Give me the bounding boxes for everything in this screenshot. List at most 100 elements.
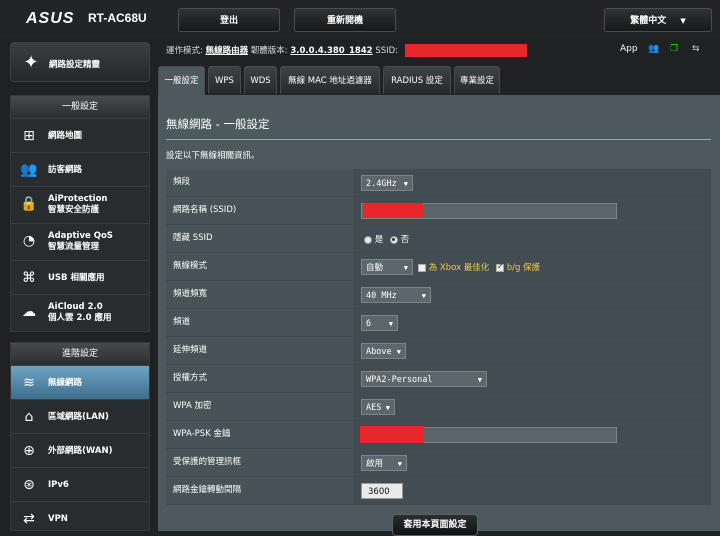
router-model: RT-AC68U — [88, 11, 147, 25]
quick-setup-label: 網路設定精靈 — [49, 60, 101, 70]
sidebar-item-label: AiCloud 2.0 個人雲 2.0 應用 — [48, 302, 112, 323]
band-select[interactable]: 2.4GHz ▼ — [361, 175, 413, 191]
chevron-down-icon: ▼ — [397, 460, 402, 468]
status-line: 運作模式: 無線路由器 韌體版本: 3.0.0.4.380_1842 SSID: — [166, 44, 527, 57]
chevron-down-icon: ▼ — [680, 17, 686, 25]
form-row-hide-ssid: 隱藏 SSID 是 否 — [166, 225, 711, 253]
pmf-select[interactable]: 啟用 ▼ — [361, 455, 407, 471]
channel-value-cell: 6 ▼ — [354, 309, 711, 336]
mode-label: 運作模式: — [166, 46, 203, 56]
xbox-checkbox[interactable] — [418, 263, 426, 272]
settings-panel: 無線網路 - 一般設定 設定以下無線相關資訊。 頻段 2.4GHz ▼ 網路名稱 … — [158, 95, 720, 536]
hide-ssid-yes-radio[interactable] — [364, 235, 372, 244]
tab-professional[interactable]: 專業設定 — [454, 66, 500, 94]
sidebar-item-vpn[interactable]: ⇄ VPN — [11, 501, 149, 530]
sidebar-item-label: VPN — [48, 514, 68, 524]
bandwidth-value-cell: 40 MHz ▼ — [354, 281, 711, 308]
wireless-form: 頻段 2.4GHz ▼ 網路名稱 (SSID) 隱藏 SSID 是 否 無線模式 — [166, 169, 711, 505]
tab-wds[interactable]: WDS — [244, 66, 277, 94]
wpa-encryption-value-cell: AES ▼ — [354, 393, 711, 420]
tab-radius[interactable]: RADIUS 設定 — [383, 66, 451, 94]
firmware-link[interactable]: 3.0.0.4.380_1842 — [290, 46, 372, 56]
pmf-value-cell: 啟用 ▼ — [354, 449, 711, 476]
auth-value-cell: WPA2-Personal ▼ — [354, 365, 711, 392]
sidebar-item-network-map[interactable]: ⊞ 網路地圖 — [11, 118, 149, 152]
ssid-value-cell — [354, 197, 711, 224]
apply-button[interactable]: 套用本頁面設定 — [392, 514, 478, 536]
general-settings-menu: 一般設定 ⊞ 網路地圖 👥 訪客網路 🔒 AiProtection 智慧安全防護 … — [10, 95, 150, 332]
usb-status-icon[interactable]: ⇆ — [692, 44, 700, 54]
sidebar-item-label: IPv6 — [48, 480, 69, 490]
sidebar-item-wan[interactable]: ⊕ 外部網路(WAN) — [11, 433, 149, 467]
channel-label: 頻道 — [166, 309, 354, 336]
sidebar-item-label: AiProtection 智慧安全防護 — [48, 194, 108, 215]
hide-no-label: 否 — [400, 235, 410, 245]
copy-network-icon[interactable]: ❐ — [670, 44, 678, 54]
mode-options: 為 Xbox 最佳化 b/g 保護 — [418, 261, 540, 273]
bg-protection-checkbox[interactable] — [496, 262, 504, 272]
page-description: 設定以下無線相關資訊。 — [166, 151, 260, 161]
band-select-value: 2.4GHz — [366, 179, 397, 189]
bandwidth-label: 頻道頻寬 — [166, 281, 354, 308]
sidebar-item-guest-network[interactable]: 👥 訪客網路 — [11, 152, 149, 186]
bg-protection-label: b/g 保護 — [506, 263, 541, 273]
hide-yes-label: 是 — [374, 235, 384, 245]
vpn-icon: ⇄ — [23, 511, 35, 527]
advanced-heading: 進階設定 — [11, 343, 149, 365]
title-divider — [166, 139, 711, 140]
hide-ssid-no-radio[interactable] — [389, 235, 398, 244]
page-title: 無線網路 - 一般設定 — [166, 117, 270, 131]
app-link[interactable]: App — [620, 44, 638, 54]
language-label: 繁體中文 — [630, 16, 667, 26]
chevron-down-icon: ▼ — [396, 348, 401, 356]
wpa-encryption-select[interactable]: AES ▼ — [361, 399, 395, 415]
wpa-encryption-label: WPA 加密 — [166, 393, 354, 420]
ext-channel-select[interactable]: Above ▼ — [361, 343, 406, 359]
chevron-down-icon: ▼ — [388, 320, 393, 328]
home-icon: ⌂ — [24, 409, 34, 425]
logout-button[interactable]: 登出 — [178, 8, 280, 32]
mode-link[interactable]: 無線路由器 — [206, 46, 249, 56]
sidebar-item-wireless[interactable]: ≋ 無線網路 — [11, 365, 149, 399]
band-value-cell: 2.4GHz ▼ — [354, 169, 711, 196]
ipv6-icon: ⊛ — [23, 477, 35, 493]
bandwidth-select[interactable]: 40 MHz ▼ — [361, 287, 431, 303]
auth-value: WPA2-Personal — [366, 375, 433, 385]
chevron-down-icon: ▼ — [421, 292, 426, 300]
form-row-key-rotation: 網路金鑰轉動間隔 3600 — [166, 477, 711, 505]
hide-ssid-value-cell: 是 否 — [354, 225, 711, 252]
chevron-down-icon: ▼ — [385, 404, 390, 412]
sidebar-item-lan[interactable]: ⌂ 區域網路(LAN) — [11, 399, 149, 433]
auth-method-select[interactable]: WPA2-Personal ▼ — [361, 371, 487, 387]
sidebar-item-label: 區域網路(LAN) — [48, 412, 109, 422]
aiprotection-icon: 🔒 — [20, 196, 38, 212]
sidebar-item-usb[interactable]: ⌘ USB 相關應用 — [11, 260, 149, 294]
key-rotation-label: 網路金鑰轉動間隔 — [166, 477, 354, 504]
hide-ssid-label: 隱藏 SSID — [166, 225, 354, 252]
tab-wps[interactable]: WPS — [208, 66, 241, 94]
form-row-ext-channel: 延伸頻道 Above ▼ — [166, 337, 711, 365]
channel-select[interactable]: 6 ▼ — [361, 315, 398, 331]
ssid-label: SSID: — [375, 46, 399, 56]
users-icon[interactable]: 👥 — [648, 44, 659, 54]
channel-value: 6 — [366, 319, 372, 329]
tab-general[interactable]: 一般設定 — [158, 66, 205, 96]
ssid-label: 網路名稱 (SSID) — [166, 197, 354, 224]
quick-setup-button[interactable]: ✦ 網路設定精靈 — [10, 42, 150, 82]
sidebar-item-ipv6[interactable]: ⊛ IPv6 — [11, 467, 149, 501]
psk-value-cell — [354, 421, 711, 448]
key-rotation-value-cell: 3600 — [354, 477, 711, 504]
reboot-button[interactable]: 重新開機 — [294, 8, 396, 32]
form-row-pmf: 受保護的管理訊框 啟用 ▼ — [166, 449, 711, 477]
language-select[interactable]: 繁體中文 ▼ — [604, 8, 712, 32]
wireless-mode-select[interactable]: 自動 ▼ — [361, 259, 413, 275]
form-row-auth: 授權方式 WPA2-Personal ▼ — [166, 365, 711, 393]
sidebar-item-label: USB 相關應用 — [48, 273, 105, 283]
key-rotation-input[interactable]: 3600 — [361, 483, 403, 499]
bandwidth-value: 40 MHz — [366, 291, 397, 301]
sidebar-item-aicloud[interactable]: ☁ AiCloud 2.0 個人雲 2.0 應用 — [11, 294, 149, 331]
sidebar-item-aiprotection[interactable]: 🔒 AiProtection 智慧安全防護 — [11, 186, 149, 223]
tab-mac-filter[interactable]: 無線 MAC 地址過濾器 — [280, 66, 380, 94]
sidebar-item-adaptive-qos[interactable]: ◔ Adaptive QoS 智慧流量管理 — [11, 223, 149, 260]
wireless-icon: ≋ — [23, 375, 35, 391]
